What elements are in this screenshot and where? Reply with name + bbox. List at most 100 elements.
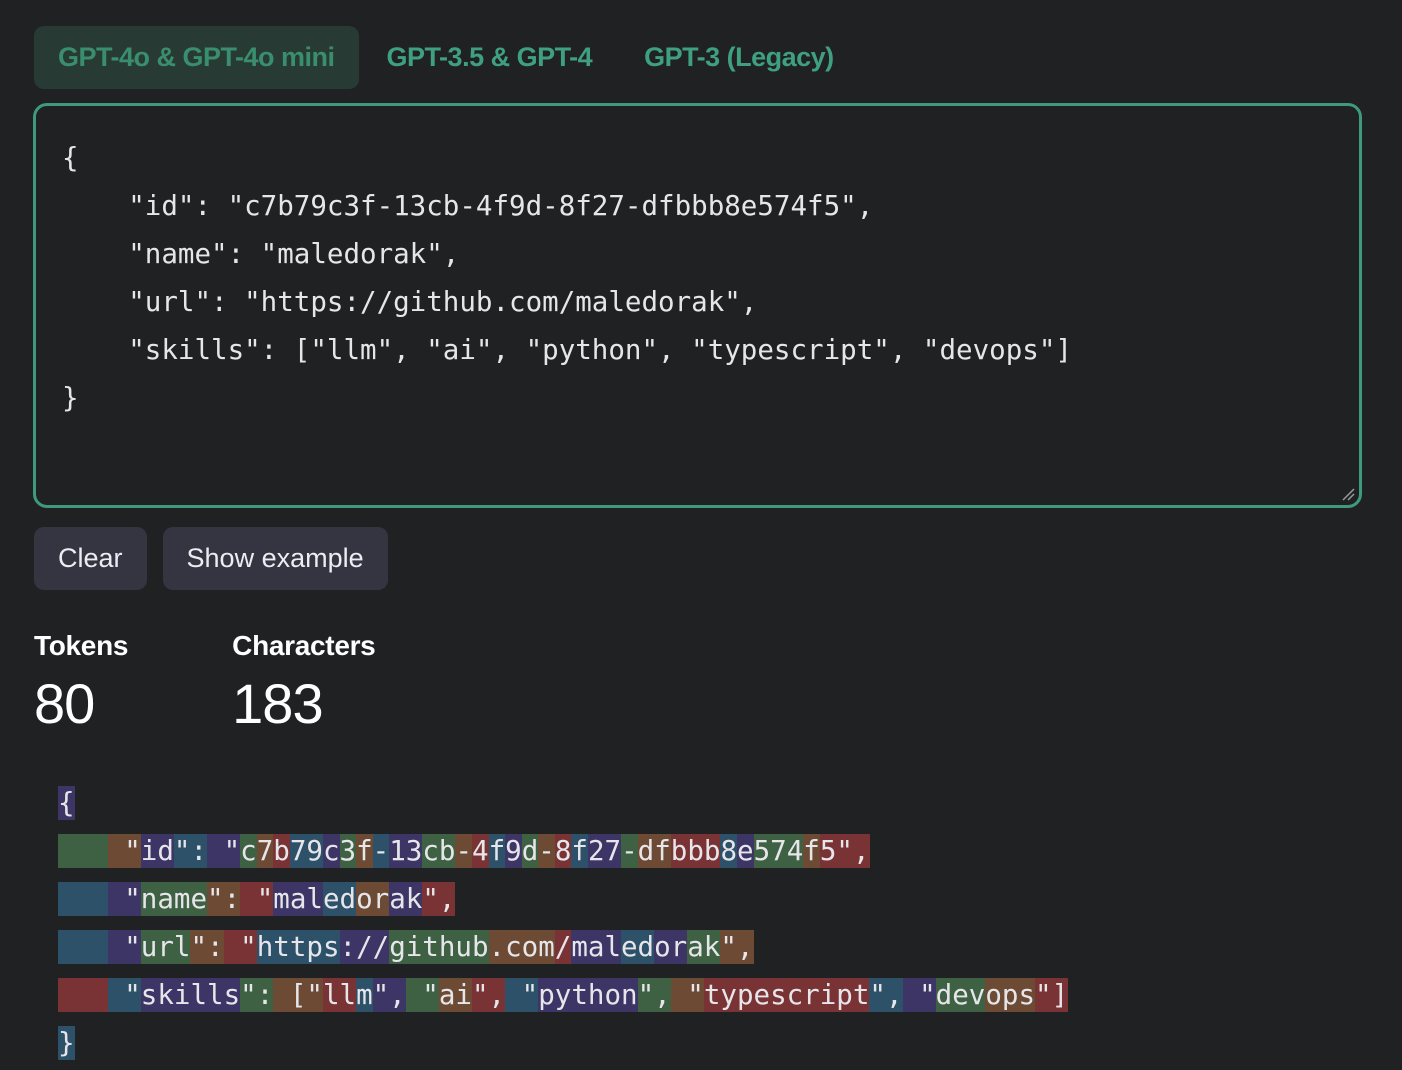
token: b	[273, 834, 290, 868]
token: m	[356, 978, 373, 1012]
token: "	[405, 978, 439, 1012]
token: "	[207, 834, 241, 868]
token	[58, 978, 108, 1012]
token: -	[372, 834, 390, 868]
model-tabs: GPT-4o & GPT-4o mini GPT-3.5 & GPT-4 GPT…	[34, 26, 858, 89]
token: ://	[339, 930, 390, 964]
token: "	[240, 882, 274, 916]
token: 7	[256, 834, 274, 868]
characters-label: Characters	[232, 630, 376, 661]
token: "	[107, 978, 141, 1012]
token-line: }	[58, 1019, 1068, 1067]
characters-stat: Characters 183	[232, 628, 376, 738]
token: f	[803, 834, 820, 868]
tab-gpt-3-5-gpt-4[interactable]: GPT-3.5 & GPT-4	[363, 26, 617, 89]
token-line: "id": "c7b79c3f-13cb-4f9d-8f27-dfbbb8e57…	[58, 827, 1068, 875]
token: }	[58, 1026, 75, 1060]
token: github	[389, 930, 489, 964]
token	[58, 882, 108, 916]
editor-line: "url": "https://github.com/maledorak",	[62, 286, 758, 318]
token-line: "skills": ["llm", "ai", "python", "types…	[58, 971, 1069, 1019]
token: .com	[488, 930, 555, 964]
token: or	[356, 882, 390, 916]
token: https	[256, 930, 340, 964]
token: mal	[571, 930, 621, 964]
token: ",	[372, 978, 406, 1012]
editor-line: "id": "c7b79c3f-13cb-4f9d-8f27-dfbbb8e57…	[62, 190, 874, 222]
token: ":	[207, 882, 241, 916]
token: ll	[322, 978, 357, 1012]
token: dev	[935, 978, 986, 1012]
token: /	[554, 930, 572, 964]
token: ",	[720, 930, 754, 964]
token-line: {	[58, 779, 1068, 827]
token: or	[654, 930, 688, 964]
token: 27	[587, 834, 622, 868]
action-buttons: Clear Show example	[34, 527, 388, 590]
token: "	[902, 978, 936, 1012]
token: ak	[389, 882, 423, 916]
token: bbb	[670, 834, 721, 868]
token: {	[58, 786, 75, 820]
token: 79	[289, 834, 323, 868]
token	[58, 930, 108, 964]
token: "	[107, 930, 141, 964]
token: skills	[140, 978, 241, 1012]
editor-line: }	[62, 382, 79, 414]
token: c	[240, 834, 257, 868]
clear-button[interactable]: Clear	[34, 527, 147, 590]
token: 13	[389, 834, 423, 868]
token: ",	[869, 978, 903, 1012]
token: e	[737, 834, 754, 868]
token: "	[505, 978, 539, 1012]
tab-gpt-4o[interactable]: GPT-4o & GPT-4o mini	[34, 26, 359, 89]
token: ak	[687, 930, 721, 964]
token-stats: Tokens 80 Characters 183	[34, 628, 479, 738]
editor-line: "skills": ["llm", "ai", "python", "types…	[62, 334, 1072, 366]
token: 9	[505, 834, 522, 868]
token: "	[223, 930, 257, 964]
token: url	[140, 930, 191, 964]
token: ":	[190, 930, 224, 964]
editor-line: "name": "maledorak",	[62, 238, 460, 270]
editor-line: {	[62, 142, 79, 174]
resize-handle-icon[interactable]	[1341, 487, 1355, 501]
token: ",	[472, 978, 506, 1012]
token: -	[538, 834, 555, 868]
token: typescript	[703, 978, 870, 1012]
token	[58, 834, 108, 868]
token: ",	[422, 882, 456, 916]
token: ",	[637, 978, 671, 1012]
token: f	[488, 834, 506, 868]
token: "	[670, 978, 704, 1012]
tokens-label: Tokens	[34, 630, 129, 661]
token: ["	[273, 978, 323, 1012]
tab-gpt-3-legacy[interactable]: GPT-3 (Legacy)	[620, 26, 858, 89]
token: ",	[836, 834, 870, 868]
token: 574	[753, 834, 804, 868]
text-input-area[interactable]: { "id": "c7b79c3f-13cb-4f9d-8f27-dfbbb8e…	[33, 103, 1362, 508]
token: id	[140, 834, 174, 868]
tokens-stat: Tokens 80	[34, 628, 128, 738]
characters-count: 183	[232, 672, 323, 735]
token: 4	[472, 834, 489, 868]
token: mal	[273, 882, 323, 916]
token: d	[521, 834, 539, 868]
token: -	[455, 834, 473, 868]
token: "	[107, 834, 141, 868]
tokenized-output: { "id": "c7b79c3f-13cb-4f9d-8f27-dfbbb8e…	[58, 779, 1069, 1067]
token: ":	[240, 978, 274, 1012]
token: "]	[1035, 978, 1069, 1012]
token: ed	[621, 930, 655, 964]
token: f	[356, 834, 373, 868]
token: ed	[322, 882, 357, 916]
token-line: "name": "maledorak",	[58, 875, 1068, 923]
token: ai	[438, 978, 472, 1012]
token: ":	[173, 834, 208, 868]
token: ops	[985, 978, 1036, 1012]
token: df	[637, 834, 671, 868]
token: -	[621, 834, 638, 868]
show-example-button[interactable]: Show example	[162, 527, 388, 590]
token: c	[322, 834, 340, 868]
token-line: "url": "https://github.com/maledorak",	[58, 923, 1068, 971]
